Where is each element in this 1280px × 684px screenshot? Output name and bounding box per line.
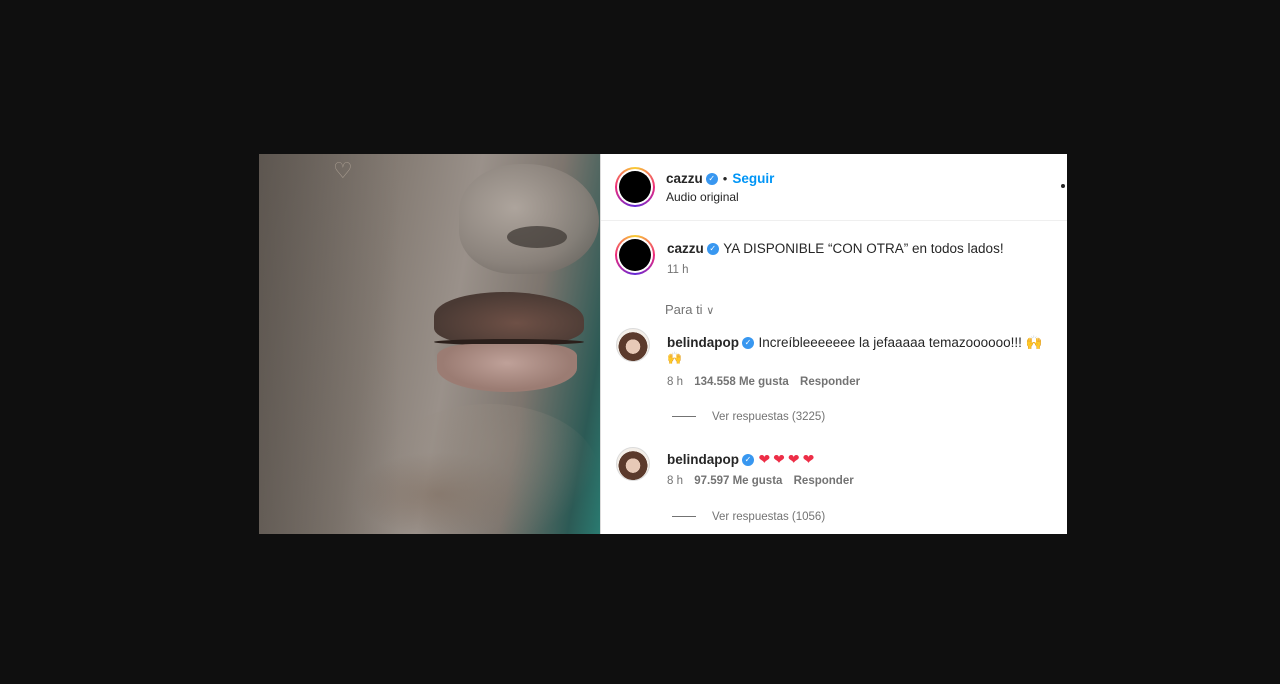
caption-avatar[interactable] bbox=[615, 235, 655, 275]
author-avatar[interactable] bbox=[615, 167, 655, 207]
post-video[interactable]: ♡ bbox=[259, 154, 600, 534]
post-header: cazzu ✓ • Seguir Audio original bbox=[601, 154, 1067, 221]
reply-divider bbox=[672, 516, 696, 518]
separator-dot: • bbox=[722, 171, 728, 186]
reply-button[interactable]: Responder bbox=[800, 376, 860, 388]
comment-text: Increíbleeeeeee la jefaaaaa temazoooooo!… bbox=[758, 335, 1043, 350]
video-shading bbox=[259, 154, 399, 534]
post-side-panel: cazzu ✓ • Seguir Audio original cazzu ✓ YA D… bbox=[600, 154, 1067, 534]
video-face-nostril bbox=[507, 226, 567, 248]
video-face-chin bbox=[379, 404, 599, 534]
verified-badge-icon: ✓ bbox=[742, 336, 754, 349]
view-replies-label: Ver respuestas (3225) bbox=[712, 411, 826, 423]
commenter-avatar[interactable] bbox=[616, 328, 650, 362]
comment-body: belindapop ✓ ❤❤❤❤ bbox=[667, 451, 817, 469]
comment-time: 8 h bbox=[667, 475, 683, 487]
comment-meta: 8 h 97.597 Me gusta Responder bbox=[667, 475, 854, 487]
reply-divider bbox=[672, 416, 696, 418]
view-replies-label: Ver respuestas (1056) bbox=[712, 511, 826, 523]
follow-button[interactable]: Seguir bbox=[732, 171, 774, 186]
heart-emoji-icons: ❤❤❤❤ bbox=[758, 451, 818, 467]
comment-sort-dropdown[interactable]: Para ti ∨ bbox=[665, 302, 714, 317]
view-replies-button[interactable]: Ver respuestas (1056) bbox=[672, 511, 825, 523]
caption-text: YA DISPONIBLE “CON OTRA” en todos lados! bbox=[723, 241, 1004, 256]
comment-username[interactable]: belindapop bbox=[667, 335, 739, 350]
comment-time: 8 h bbox=[667, 376, 683, 388]
reply-button[interactable]: Responder bbox=[794, 475, 854, 487]
verified-badge-icon: ✓ bbox=[705, 172, 718, 185]
audio-original-link[interactable]: Audio original bbox=[666, 190, 739, 204]
comment-likes[interactable]: 97.597 Me gusta bbox=[694, 475, 782, 487]
author-username[interactable]: cazzu bbox=[666, 171, 703, 186]
instagram-post-frame: ♡ cazzu ✓ • Seguir Audio original cazzu ✓ YA… bbox=[259, 154, 1067, 534]
comment-likes[interactable]: 134.558 Me gusta bbox=[694, 376, 789, 388]
sort-label: Para ti bbox=[665, 302, 703, 317]
chevron-down-icon: ∨ bbox=[706, 305, 715, 317]
video-face-lower-lip bbox=[437, 344, 577, 392]
more-options-icon[interactable] bbox=[1061, 184, 1065, 188]
caption-time: 11 h bbox=[667, 264, 689, 276]
comment-body: belindapop ✓ Increíbleeeeeee la jefaaaaa … bbox=[667, 334, 1042, 352]
comment-meta: 8 h 134.558 Me gusta Responder bbox=[667, 376, 860, 388]
heart-tattoo-icon: ♡ bbox=[333, 158, 353, 183]
video-face-nose bbox=[459, 164, 599, 274]
caption-username[interactable]: cazzu bbox=[667, 241, 704, 256]
view-replies-button[interactable]: Ver respuestas (3225) bbox=[672, 411, 825, 423]
verified-badge-icon: ✓ bbox=[706, 242, 719, 255]
verified-badge-icon: ✓ bbox=[742, 453, 754, 466]
comment-username[interactable]: belindapop bbox=[667, 452, 739, 467]
video-face-upper-lip bbox=[434, 292, 584, 344]
comment-text-continued: 🙌 bbox=[667, 351, 682, 365]
commenter-avatar[interactable] bbox=[616, 447, 650, 481]
